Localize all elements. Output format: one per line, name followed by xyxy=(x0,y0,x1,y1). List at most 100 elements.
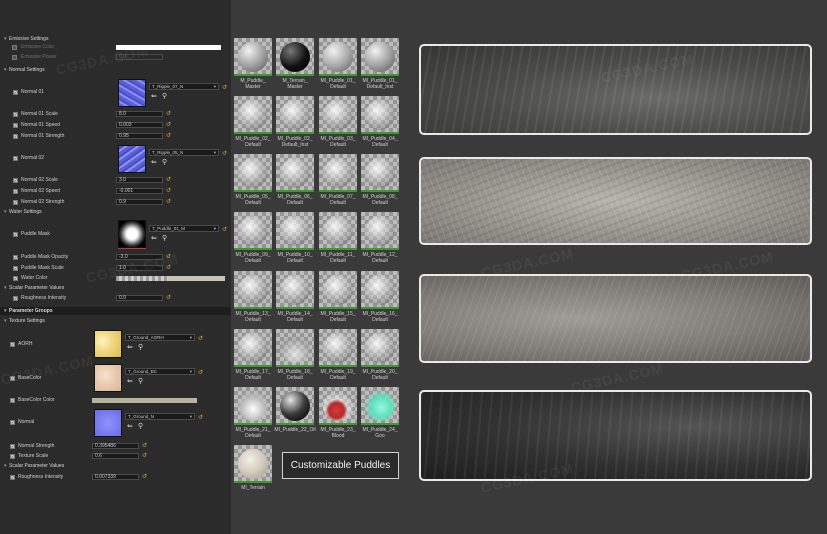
value-field[interactable]: 0.6 xyxy=(92,453,139,459)
search-icon[interactable]: ⚲ xyxy=(138,377,143,385)
section-texture-settings[interactable]: ▾ Texture Settings xyxy=(4,317,45,325)
reset-arrow-icon[interactable]: ↺ xyxy=(166,264,171,273)
puddle-mask-thumbnail[interactable] xyxy=(118,220,146,248)
override-checkbox[interactable]: ✓ xyxy=(13,178,18,183)
asset-thumbnail[interactable] xyxy=(361,38,399,76)
asset-thumbnail[interactable] xyxy=(234,329,272,367)
value-field[interactable]: 0.003 xyxy=(116,122,163,128)
override-checkbox[interactable]: ✓ xyxy=(13,112,18,117)
basecolor-texture-thumbnail[interactable] xyxy=(94,364,122,392)
value-field[interactable]: 0.95 xyxy=(116,133,163,139)
search-icon[interactable]: ⚲ xyxy=(138,343,143,351)
override-checkbox[interactable]: ✓ xyxy=(13,134,18,139)
override-checkbox[interactable]: ✓ xyxy=(13,200,18,205)
asset-thumbnail[interactable] xyxy=(234,387,272,425)
value-field[interactable]: 0.0 xyxy=(116,54,163,60)
asset-thumbnail[interactable] xyxy=(361,387,399,425)
normal-02-texture-select[interactable]: T_Ripple_05_N ▾ xyxy=(149,149,219,156)
asset-thumbnail[interactable] xyxy=(319,212,357,250)
aorh-texture-select[interactable]: T_Ground_AORH ▾ xyxy=(125,334,195,341)
color-swatch[interactable] xyxy=(92,398,197,403)
value-field[interactable]: 0.9 xyxy=(116,199,163,205)
reset-arrow-icon[interactable]: ↺ xyxy=(142,473,147,482)
override-checkbox[interactable] xyxy=(12,55,17,60)
reset-arrow-icon[interactable]: ↺ xyxy=(222,226,227,233)
reset-arrow-icon[interactable]: ↺ xyxy=(166,294,171,303)
asset-thumbnail[interactable] xyxy=(276,96,314,134)
override-checkbox[interactable]: ✓ xyxy=(10,454,15,459)
arrow-left-icon[interactable]: ⇐ xyxy=(127,422,133,430)
override-checkbox[interactable]: ✓ xyxy=(13,296,18,301)
override-checkbox[interactable]: ✓ xyxy=(10,420,15,425)
asset-thumbnail[interactable] xyxy=(234,445,272,483)
puddle-mask-texture-select[interactable]: T_Puddle_01_M ▾ xyxy=(149,225,219,232)
asset-thumbnail[interactable] xyxy=(361,212,399,250)
asset-thumbnail[interactable] xyxy=(276,154,314,192)
override-checkbox[interactable] xyxy=(12,45,17,50)
asset-thumbnail[interactable] xyxy=(319,38,357,76)
asset-thumbnail[interactable] xyxy=(234,154,272,192)
override-checkbox[interactable]: ✓ xyxy=(13,276,18,281)
reset-arrow-icon[interactable]: ↺ xyxy=(166,253,171,262)
asset-thumbnail[interactable] xyxy=(319,387,357,425)
asset-thumbnail[interactable] xyxy=(361,271,399,309)
override-checkbox[interactable]: ✓ xyxy=(13,232,18,237)
override-checkbox[interactable]: ✓ xyxy=(13,255,18,260)
reset-arrow-icon[interactable]: ↺ xyxy=(222,150,227,157)
normal-02-texture-thumbnail[interactable] xyxy=(118,145,146,173)
asset-thumbnail[interactable] xyxy=(234,212,272,250)
asset-thumbnail[interactable] xyxy=(234,96,272,134)
reset-arrow-icon[interactable]: ↺ xyxy=(166,198,171,207)
search-icon[interactable]: ⚲ xyxy=(162,92,167,100)
normal-01-texture-thumbnail[interactable] xyxy=(118,79,146,107)
section-scalar-parameter-values[interactable]: ▾ Scalar Parameter Values xyxy=(4,284,64,292)
override-checkbox[interactable]: ✓ xyxy=(10,444,15,449)
arrow-left-icon[interactable]: ⇐ xyxy=(127,377,133,385)
arrow-left-icon[interactable]: ⇐ xyxy=(151,92,157,100)
color-swatch[interactable] xyxy=(116,45,221,50)
search-icon[interactable]: ⚲ xyxy=(162,234,167,242)
override-checkbox[interactable]: ✓ xyxy=(13,266,18,271)
aorh-texture-thumbnail[interactable] xyxy=(94,330,122,358)
section-water-settings[interactable]: ▾ Water Settings xyxy=(4,208,42,216)
reset-arrow-icon[interactable]: ↺ xyxy=(166,176,171,185)
asset-thumbnail[interactable] xyxy=(234,38,272,76)
asset-thumbnail[interactable] xyxy=(361,96,399,134)
section-scalar-parameter-values-2[interactable]: ▾ Scalar Parameter Values xyxy=(4,462,64,470)
value-field[interactable]: -3.0 xyxy=(116,254,163,260)
override-checkbox[interactable]: ✓ xyxy=(10,342,15,347)
color-swatch[interactable] xyxy=(168,276,225,281)
asset-thumbnail[interactable] xyxy=(361,154,399,192)
reset-arrow-icon[interactable]: ↺ xyxy=(166,187,171,196)
reset-arrow-icon[interactable]: ↺ xyxy=(198,414,203,421)
value-field[interactable]: 1.0 xyxy=(116,265,163,271)
asset-thumbnail[interactable] xyxy=(234,271,272,309)
asset-thumbnail[interactable] xyxy=(276,329,314,367)
normal-01-texture-select[interactable]: T_Ripple_07_N ▾ xyxy=(149,83,219,90)
asset-thumbnail[interactable] xyxy=(319,154,357,192)
asset-thumbnail[interactable] xyxy=(361,329,399,367)
value-field[interactable]: 0.395486 xyxy=(92,443,139,449)
reset-arrow-icon[interactable]: ↺ xyxy=(166,132,171,141)
asset-thumbnail[interactable] xyxy=(276,387,314,425)
alpha-swatch[interactable] xyxy=(116,276,168,281)
override-checkbox[interactable]: ✓ xyxy=(10,475,15,480)
section-parameter-groups[interactable]: ▾ Parameter Groups xyxy=(0,307,231,315)
value-field[interactable]: 8.0 xyxy=(116,111,163,117)
override-checkbox[interactable]: ✓ xyxy=(13,189,18,194)
section-emissive-settings[interactable]: ▾ Emissive Settings xyxy=(4,35,48,43)
reset-arrow-icon[interactable]: ↺ xyxy=(222,84,227,91)
normal-texture-thumbnail[interactable] xyxy=(94,409,122,437)
reset-arrow-icon[interactable]: ↺ xyxy=(166,121,171,130)
value-field[interactable]: 3.0 xyxy=(116,177,163,183)
search-icon[interactable]: ⚲ xyxy=(138,422,143,430)
value-field[interactable]: -0.001 xyxy=(116,188,163,194)
asset-thumbnail[interactable] xyxy=(319,96,357,134)
arrow-left-icon[interactable]: ⇐ xyxy=(151,158,157,166)
override-checkbox[interactable]: ✓ xyxy=(13,90,18,95)
asset-thumbnail[interactable] xyxy=(276,38,314,76)
asset-thumbnail[interactable] xyxy=(319,329,357,367)
reset-arrow-icon[interactable]: ↺ xyxy=(142,442,147,451)
arrow-left-icon[interactable]: ⇐ xyxy=(151,234,157,242)
value-field[interactable]: 0.0 xyxy=(116,295,163,301)
